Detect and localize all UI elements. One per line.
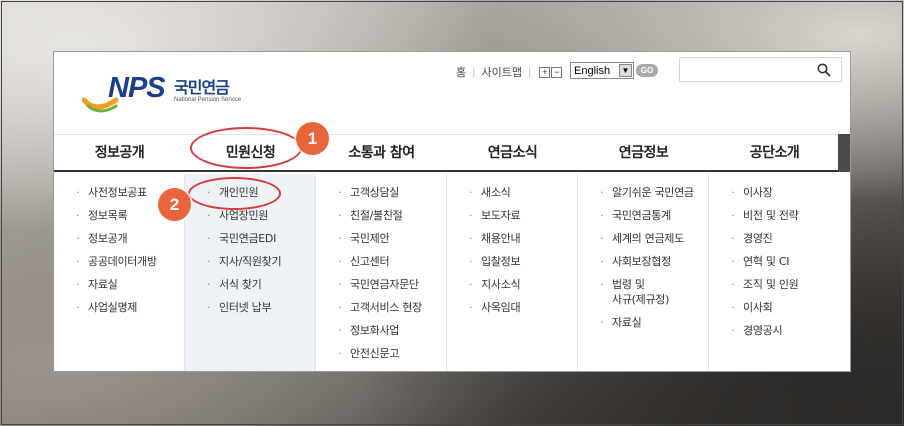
search-input[interactable]: [679, 57, 842, 82]
submenu-column-pension-news: 새소식 보도자료 채용안내 입찰정보 지사소식 사옥임대: [447, 174, 578, 371]
language-selected-value: English: [574, 64, 611, 77]
highlight-ring-civil-petition: [190, 127, 302, 169]
gnb-item-pension-info[interactable]: 연금정보: [578, 135, 709, 170]
gnb-item-communication[interactable]: 소통과 참여: [316, 135, 447, 170]
highlight-ring-personal-petition: [188, 177, 281, 210]
submenu-item[interactable]: 조직 및 인원: [709, 277, 840, 292]
language-select[interactable]: English ▼: [570, 62, 634, 79]
submenu-item[interactable]: 고객서비스 현장: [316, 300, 446, 315]
step-badge-2: 2: [158, 188, 191, 221]
submenu-item[interactable]: 국민연금EDI: [185, 231, 315, 246]
submenu-item[interactable]: 국민연금자문단: [316, 277, 446, 292]
zoom-out-button[interactable]: −: [551, 66, 563, 78]
submenu-item[interactable]: 자료실: [578, 315, 708, 330]
logo-english-text: National Pension Service: [174, 97, 242, 103]
main-navigation: 정보공개 민원신청 소통과 참여 연금소식 연금정보 공단소개: [54, 134, 840, 172]
submenu-item[interactable]: 입찰정보: [447, 254, 577, 269]
search-icon[interactable]: [817, 63, 831, 77]
nps-logo[interactable]: NPS 국민연금 National Pension Service: [82, 70, 242, 114]
submenu-item[interactable]: 서식 찾기: [185, 277, 315, 292]
gnb-item-pension-news[interactable]: 연금소식: [447, 135, 578, 170]
divider: |: [527, 66, 532, 78]
submenu-item[interactable]: 자료실: [54, 277, 184, 292]
submenu-item[interactable]: 알기쉬운 국민연금: [578, 185, 708, 200]
submenu-item[interactable]: 공공데이터개방: [54, 254, 184, 269]
submenu-item[interactable]: 인터넷 납부: [185, 300, 315, 315]
submenu-item[interactable]: 사업실명제: [54, 300, 184, 315]
submenu-item[interactable]: 사옥임대: [447, 300, 577, 315]
zoom-controls: + −: [539, 66, 563, 78]
submenu-item[interactable]: 정보공개: [54, 231, 184, 246]
submenu-item[interactable]: 국민제안: [316, 231, 446, 246]
sitemap-link[interactable]: 사이트맵: [476, 64, 528, 80]
utility-links: 홈 | 사이트맵 | + −: [450, 64, 563, 80]
submenu-item[interactable]: 친절/불친절: [316, 208, 446, 223]
submenu-column-communication: 고객상담실 친절/불친절 국민제안 신고센터 국민연금자문단 고객서비스 현장 …: [316, 174, 447, 371]
submenu-item[interactable]: 이사장: [709, 185, 840, 200]
submenu-item[interactable]: 이사회: [709, 300, 840, 315]
submenu-item[interactable]: 고객상담실: [316, 185, 446, 200]
zoom-in-button[interactable]: +: [539, 66, 551, 78]
submenu-item[interactable]: 신고센터: [316, 254, 446, 269]
submenu-item-laws-line1: 법령 및: [612, 278, 645, 291]
logo-korean-text: 국민연금: [174, 78, 230, 97]
submenu-item[interactable]: 지사/직원찾기: [185, 254, 315, 269]
submenu-item[interactable]: 연혁 및 CI: [709, 254, 840, 269]
logo-nps-text: NPS: [108, 72, 166, 104]
submenu-item[interactable]: 비전 및 전략: [709, 208, 840, 223]
submenu-item[interactable]: 국민연금통계: [578, 208, 708, 223]
submenu-item[interactable]: 사업장민원: [185, 208, 315, 223]
language-go-button[interactable]: GO: [636, 64, 658, 77]
submenu-item[interactable]: 사회보장협정: [578, 254, 708, 269]
submenu-item[interactable]: 정보화사업: [316, 323, 446, 338]
gnb-item-info-disclosure[interactable]: 정보공개: [54, 135, 185, 170]
nav-scroll-handle[interactable]: [838, 134, 850, 172]
submenu-item[interactable]: 보도자료: [447, 208, 577, 223]
chevron-down-icon: ▼: [619, 64, 632, 77]
gnb-item-about[interactable]: 공단소개: [709, 135, 840, 170]
submenu-item[interactable]: 경영공시: [709, 323, 840, 338]
submenu-item[interactable]: 새소식: [447, 185, 577, 200]
submenu-item[interactable]: 경영진: [709, 231, 840, 246]
submenu-item[interactable]: 안전신문고: [316, 346, 446, 361]
submenu-item[interactable]: 세계의 연금제도: [578, 231, 708, 246]
submenu-item-laws[interactable]: 법령 및 사규(제규정): [578, 277, 708, 307]
submenu-column-about: 이사장 비전 및 전략 경영진 연혁 및 CI 조직 및 인원 이사회 경영공시: [709, 174, 840, 371]
submenu-item[interactable]: 지사소식: [447, 277, 577, 292]
step-badge-1: 1: [296, 122, 329, 155]
submenu-item-laws-line2: 사규(제규정): [612, 293, 670, 306]
home-link[interactable]: 홈: [450, 64, 472, 80]
submenu-item[interactable]: 채용안내: [447, 231, 577, 246]
submenu-column-pension-info: 알기쉬운 국민연금 국민연금통계 세계의 연금제도 사회보장협정 법령 및 사규…: [578, 174, 709, 371]
